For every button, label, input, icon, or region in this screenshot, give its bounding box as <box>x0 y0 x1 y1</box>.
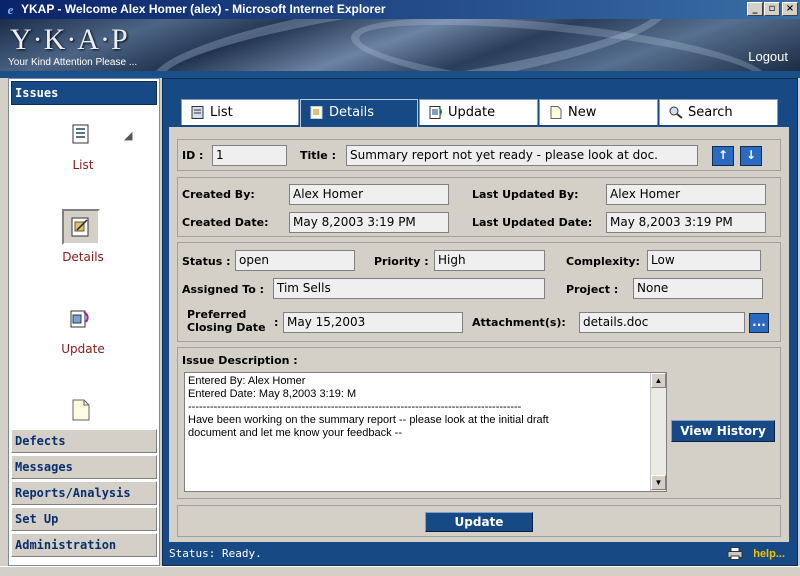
complexity-label: Complexity: <box>566 255 640 268</box>
status-field: open <box>235 250 355 271</box>
status-text: Status: Ready. <box>169 547 262 560</box>
details-icon <box>310 106 323 119</box>
ie-icon: e <box>7 2 14 17</box>
issue-description-label: Issue Description : <box>182 354 298 367</box>
tab-update[interactable]: Update <box>419 99 538 125</box>
tab-details[interactable]: Details <box>300 99 418 127</box>
project-field: None <box>633 278 763 299</box>
new-document-icon[interactable] <box>70 399 92 421</box>
nav-section-messages[interactable]: Messages <box>11 455 157 479</box>
tab-label: Details <box>329 105 375 120</box>
assigned-to-label: Assigned To : <box>182 283 265 296</box>
id-title-group: ID : 1 Title : Summary report not yet re… <box>177 139 781 171</box>
attachments-field: details.doc <box>579 312 745 333</box>
minimize-button[interactable]: _ <box>747 2 763 16</box>
previous-issue-button[interactable]: ↑ <box>712 146 734 166</box>
nav-section-defects[interactable]: Defects <box>11 429 157 453</box>
window-title-bar: e YKAP - Welcome Alex Homer (alex) - Mic… <box>0 0 800 19</box>
description-line: document and let me know your feedback -… <box>188 427 403 439</box>
tab-label: Search <box>688 105 733 120</box>
tab-search[interactable]: Search <box>659 99 778 125</box>
priority-label: Priority : <box>374 255 429 268</box>
search-icon <box>669 106 683 119</box>
banner-swirl-decoration <box>347 19 773 71</box>
browse-attachments-button[interactable]: ... <box>749 313 769 333</box>
window-title: YKAP - Welcome Alex Homer (alex) - Micro… <box>21 2 386 16</box>
assigned-to-field: Tim Sells <box>273 278 545 299</box>
close-button[interactable]: × <box>782 2 798 16</box>
nav-item-update[interactable]: Update <box>9 342 157 356</box>
help-link[interactable]: help... <box>753 544 785 564</box>
preferred-label: Preferred <box>187 308 247 321</box>
details-content: ID : 1 Title : Summary report not yet re… <box>169 127 789 542</box>
nav-section-reports[interactable]: Reports/Analysis <box>11 481 157 505</box>
nav-item-details[interactable]: Details <box>9 250 157 264</box>
tagline: Your Kind Attention Please ... <box>8 57 138 68</box>
title-field: Summary report not yet ready - please lo… <box>346 145 698 166</box>
issue-description-textarea[interactable]: Entered By: Alex Homer Entered Date: May… <box>184 372 667 492</box>
update-icon <box>429 106 443 119</box>
maximize-button[interactable]: ▫ <box>764 2 780 16</box>
header-divider <box>0 71 800 78</box>
tab-label: New <box>568 105 597 120</box>
tab-new[interactable]: New <box>539 99 658 125</box>
id-field: 1 <box>212 145 287 166</box>
closing-date-field: May 15,2003 <box>283 312 463 333</box>
update-button[interactable]: Update <box>425 512 533 532</box>
created-by-field: Alex Homer <box>289 184 449 205</box>
complexity-field: Low <box>647 250 761 271</box>
closing-date-label: Closing Date <box>187 321 266 334</box>
last-updated-date-label: Last Updated Date: <box>472 216 593 229</box>
banner: Y·K·A·P Your Kind Attention Please ... L… <box>0 19 800 71</box>
created-by-label: Created By: <box>182 188 255 201</box>
description-line: ----------------------------------------… <box>188 401 522 413</box>
created-date-field: May 8,2003 3:19 PM <box>289 212 449 233</box>
description-scrollbar[interactable]: ▲ ▼ <box>650 373 666 491</box>
tab-label: Update <box>448 105 496 120</box>
update-group: Update <box>177 505 781 537</box>
scroll-up-icon[interactable]: ▲ <box>651 373 666 388</box>
nav-section-administration[interactable]: Administration <box>11 533 157 557</box>
description-group: Issue Description : Entered By: Alex Hom… <box>177 347 781 499</box>
ykap-logo: Y·K·A·P <box>10 23 129 56</box>
printer-icon[interactable] <box>727 547 743 560</box>
status-label: Status : <box>182 255 231 268</box>
priority-field: High <box>434 250 545 271</box>
title-label: Title : <box>300 149 336 162</box>
nav-section-issues[interactable]: Issues <box>11 81 157 105</box>
tab-label: List <box>210 105 233 120</box>
cursor-arrow-icon: ◢ <box>124 129 133 142</box>
last-updated-by-field: Alex Homer <box>606 184 766 205</box>
scroll-down-icon[interactable]: ▼ <box>651 475 666 490</box>
view-history-button[interactable]: View History <box>671 420 775 442</box>
closing-date-colon: : <box>274 316 279 329</box>
nav-section-setup[interactable]: Set Up <box>11 507 157 531</box>
browser-status-strip <box>0 566 800 576</box>
description-line: Entered By: Alex Homer <box>188 375 306 387</box>
description-line: Have been working on the summary report … <box>188 414 549 426</box>
left-navigation: Issues ◢ List Details Update Defects Mes… <box>8 78 160 566</box>
created-date-label: Created Date: <box>182 216 269 229</box>
description-line: Entered Date: May 8,2003 3:19: M <box>188 388 357 400</box>
main-panel: List Details Update New Search ID : 1 Ti… <box>162 78 798 566</box>
project-label: Project : <box>566 283 619 296</box>
attachments-label: Attachment(s): <box>472 316 566 329</box>
nav-item-list[interactable]: List <box>9 158 157 172</box>
status-bar: Status: Ready. help... <box>169 544 789 564</box>
next-issue-button[interactable]: ↓ <box>740 146 762 166</box>
properties-group: Status : open Priority : High Complexity… <box>177 242 781 342</box>
list-icon <box>191 106 204 119</box>
last-updated-date-field: May 8,2003 3:19 PM <box>606 212 766 233</box>
audit-group: Created By: Alex Homer Last Updated By: … <box>177 177 781 237</box>
list-icon[interactable] <box>70 123 92 145</box>
id-label: ID : <box>182 149 204 162</box>
details-icon[interactable] <box>70 216 92 238</box>
logout-link[interactable]: Logout <box>748 49 788 64</box>
new-document-icon <box>550 106 562 119</box>
update-icon[interactable] <box>69 308 91 330</box>
tab-list[interactable]: List <box>181 99 299 125</box>
last-updated-by-label: Last Updated By: <box>472 188 579 201</box>
